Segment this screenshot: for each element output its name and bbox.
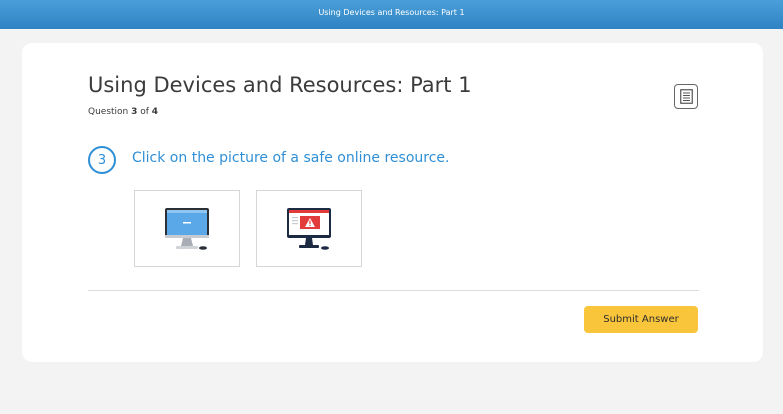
- header-title: Using Devices and Resources: Part 1: [318, 8, 465, 17]
- question-prompt: Click on the picture of a safe online re…: [132, 150, 450, 166]
- submit-answer-button[interactable]: Submit Answer: [584, 306, 698, 333]
- top-header-bar: Using Devices and Resources: Part 1: [0, 0, 783, 29]
- progress-of: of: [137, 107, 152, 117]
- question-card: Using Devices and Resources: Part 1 Ques…: [22, 43, 763, 362]
- section-divider: [88, 290, 699, 291]
- warning-computer-icon: [287, 207, 331, 250]
- question-number-badge: 3: [88, 146, 116, 174]
- notes-button[interactable]: [674, 84, 698, 109]
- question-progress: Question 3 of 4: [88, 107, 158, 117]
- answer-option-warning-computer[interactable]: [256, 190, 362, 267]
- answer-option-safe-computer[interactable]: [134, 190, 240, 267]
- progress-prefix: Question: [88, 107, 132, 117]
- safe-computer-icon: [165, 207, 209, 250]
- progress-total: 4: [151, 107, 159, 117]
- lesson-title: Using Devices and Resources: Part 1: [88, 73, 472, 97]
- notes-icon: [679, 89, 693, 104]
